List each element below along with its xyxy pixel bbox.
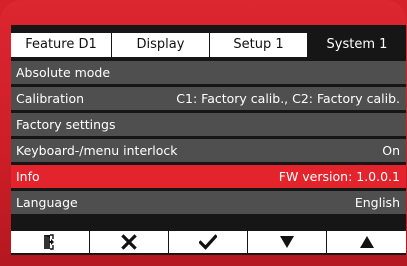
tab-system-1[interactable]: System 1: [308, 33, 406, 57]
softkey-bar: [11, 231, 406, 255]
menu-item-value: C1: Factory calib., C2: Factory calib.: [176, 91, 400, 106]
menu-item-calibration[interactable]: Calibration C1: Factory calib., C2: Fact…: [11, 87, 406, 110]
menu-item-label: Language: [16, 195, 78, 210]
tab-setup-1[interactable]: Setup 1: [210, 33, 308, 57]
arrow-up-icon: [359, 235, 375, 249]
exit-icon: [42, 234, 58, 250]
display-screen: Feature D1 Display Setup 1 System 1 Abso…: [11, 25, 406, 255]
exit-button[interactable]: [11, 231, 89, 253]
menu-item-absolute-mode[interactable]: Absolute mode: [11, 61, 406, 84]
menu-item-label: Factory settings: [16, 117, 116, 132]
menu-item-value: English: [354, 195, 400, 210]
down-button[interactable]: [248, 231, 326, 253]
menu-item-keyboard-menu-interlock[interactable]: Keyboard-/menu interlock On: [11, 139, 406, 162]
menu-item-value: FW version: 1.0.0.1: [278, 169, 400, 184]
menu-item-factory-settings[interactable]: Factory settings: [11, 113, 406, 136]
cancel-button[interactable]: [90, 231, 168, 253]
menu-item-label: Absolute mode: [16, 65, 111, 80]
up-button[interactable]: [327, 231, 406, 253]
cancel-x-icon: [121, 234, 137, 250]
tab-feature-d1[interactable]: Feature D1: [11, 33, 112, 57]
menu-item-language[interactable]: Language English: [11, 191, 406, 214]
menu-item-label: Info: [16, 169, 40, 184]
menu-item-label: Calibration: [16, 91, 85, 106]
arrow-down-icon: [279, 235, 295, 249]
tab-display[interactable]: Display: [112, 33, 210, 57]
menu-item-label: Keyboard-/menu interlock: [16, 143, 178, 158]
menu-item-info[interactable]: Info FW version: 1.0.0.1: [11, 165, 406, 188]
confirm-button[interactable]: [169, 231, 247, 253]
tab-bar: Feature D1 Display Setup 1 System 1: [11, 25, 406, 58]
menu-item-value: On: [382, 143, 400, 158]
confirm-check-icon: [199, 234, 217, 250]
